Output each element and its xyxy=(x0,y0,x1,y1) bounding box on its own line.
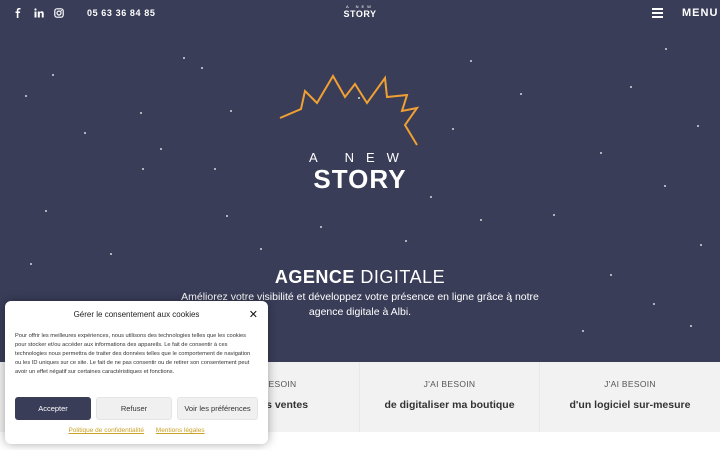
need-card-label: J'AI BESOIN xyxy=(423,379,476,389)
star xyxy=(140,112,142,114)
need-card-software[interactable]: J'AI BESOIN d'un logiciel sur-mesure xyxy=(540,362,720,432)
linkedin-icon[interactable] xyxy=(33,7,45,19)
cookie-links: Politique de confidentialité Mentions lé… xyxy=(5,427,268,434)
star xyxy=(142,168,144,170)
star xyxy=(30,263,32,265)
star xyxy=(160,148,162,150)
star xyxy=(320,226,322,228)
page-title-bold: AGENCE xyxy=(274,267,355,287)
star xyxy=(520,93,522,95)
hero-logo-top: A NEW xyxy=(309,150,411,165)
star xyxy=(52,74,54,76)
view-preferences-button[interactable]: Voir les préférences xyxy=(177,397,258,420)
star xyxy=(25,95,27,97)
hero-logo-bottom: STORY xyxy=(313,164,407,194)
star xyxy=(653,303,655,305)
need-card-label: J'AI BESOIN xyxy=(604,379,656,389)
star xyxy=(553,214,555,216)
need-card-title: de digitaliser ma boutique xyxy=(384,399,515,411)
star xyxy=(201,67,203,69)
star xyxy=(230,110,232,112)
facebook-icon[interactable] xyxy=(12,7,24,19)
star xyxy=(45,210,47,212)
star xyxy=(452,128,454,130)
phone-number[interactable]: 05 63 36 84 85 xyxy=(87,8,155,18)
cookie-dialog-text: Pour offrir les meilleures expériences, … xyxy=(15,333,251,375)
star xyxy=(630,86,632,88)
star xyxy=(470,60,472,62)
star xyxy=(700,244,702,246)
star xyxy=(600,152,602,154)
cookie-dialog-title: Gérer le consentement aux cookies xyxy=(73,310,200,319)
star xyxy=(697,125,699,127)
close-icon[interactable]: ✕ xyxy=(249,308,258,321)
crown-logo-icon xyxy=(279,74,420,146)
star xyxy=(665,48,667,50)
hamburger-menu-icon[interactable] xyxy=(652,8,663,18)
need-card-title: d'un logiciel sur-mesure xyxy=(569,399,691,411)
cookie-consent-dialog: Gérer le consentement aux cookies ✕ Pour… xyxy=(5,301,268,444)
star xyxy=(214,168,216,170)
star xyxy=(110,253,112,255)
star xyxy=(183,57,185,59)
star xyxy=(84,132,86,134)
instagram-icon[interactable] xyxy=(53,7,65,19)
star xyxy=(480,219,482,221)
accept-button[interactable]: Accepter xyxy=(15,397,91,420)
header-logo[interactable]: A NEW STORY xyxy=(343,5,377,19)
star xyxy=(430,196,432,198)
page-title-light: DIGITALE xyxy=(360,267,446,287)
page-title: AGENCE DIGITALE xyxy=(200,267,520,288)
star xyxy=(405,240,407,242)
star xyxy=(664,185,666,187)
need-card-shop[interactable]: J'AI BESOIN de digitaliser ma boutique xyxy=(360,362,539,432)
star xyxy=(582,330,584,332)
legal-notice-link[interactable]: Mentions légales xyxy=(156,427,205,434)
star xyxy=(610,274,612,276)
star xyxy=(690,325,692,327)
menu-button[interactable]: MENU xyxy=(682,7,718,19)
top-bar: 05 63 36 84 85 A NEW STORY MENU xyxy=(0,0,720,26)
star xyxy=(226,215,228,217)
header-logo-bottom: STORY xyxy=(343,9,377,19)
star xyxy=(260,248,262,250)
privacy-policy-link[interactable]: Politique de confidentialité xyxy=(68,427,144,434)
refuse-button[interactable]: Refuser xyxy=(96,397,172,420)
